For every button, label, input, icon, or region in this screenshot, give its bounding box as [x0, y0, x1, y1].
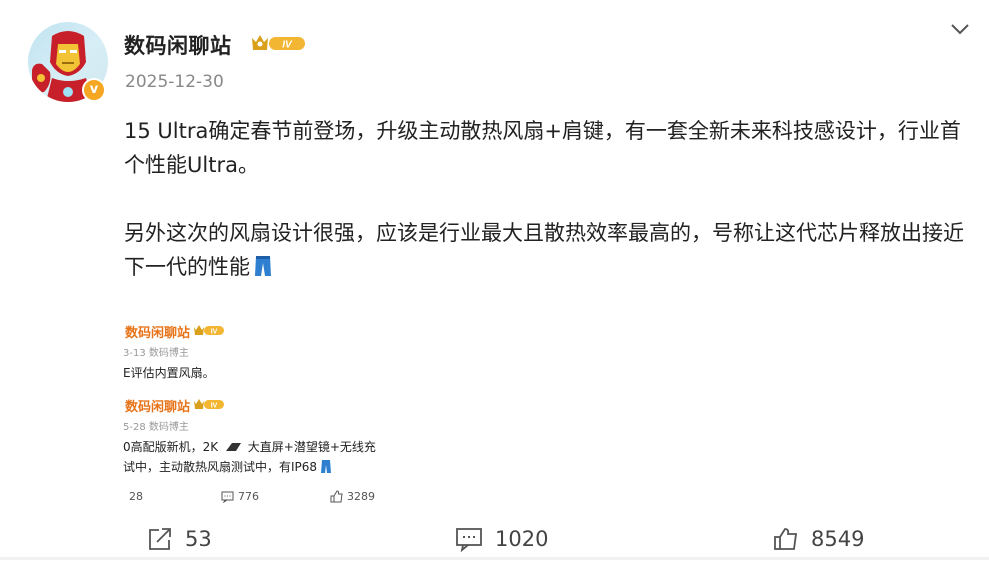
action-bar: 53 1020 8549 — [0, 520, 989, 560]
quote-level-text-1: IV — [211, 329, 218, 336]
quote-meta-2: 5-28 数码博主 — [123, 422, 189, 433]
repost-count: 53 — [185, 527, 212, 551]
verified-badge-icon: v — [82, 78, 106, 102]
quote-comment-count-text: 776 — [238, 490, 259, 503]
quote-repost-count-text: 28 — [129, 490, 143, 503]
quote-like-count-text: 3289 — [347, 490, 375, 503]
chevron-down-icon[interactable] — [949, 18, 971, 40]
attached-image[interactable]: 数码闲聊站 IV 3-13 数码博主 E评估内置风扇。 数码闲聊站 IV 5-2… — [123, 320, 391, 510]
repost-button[interactable]: 53 — [147, 526, 212, 552]
divider — [0, 557, 989, 560]
jeans-icon — [320, 460, 331, 473]
quote-text-2-line-1b: 大直屏+潜望镜+无线充 — [247, 440, 376, 454]
avatar[interactable]: v — [28, 22, 108, 102]
thumbs-up-icon — [774, 528, 798, 550]
comment-icon — [221, 491, 234, 503]
comment-icon — [456, 528, 482, 552]
quote-meta-1: 3-13 数码博主 — [123, 348, 189, 359]
jeans-icon — [255, 256, 271, 276]
quote-comment-count: 776 — [221, 490, 259, 503]
quote-text-2-line-2: 试中，主动散热风扇测试中，有IP68 — [123, 458, 331, 475]
level-badge: IV — [252, 35, 305, 51]
quote-author-1: 数码闲聊站 — [125, 326, 191, 341]
quote-text-1: E评估内置风扇。 — [123, 366, 215, 380]
quote-level-text-2: IV — [211, 403, 218, 410]
quote-like-count: 3289 — [330, 490, 375, 503]
quote-repost-count: 28 — [129, 490, 143, 503]
quote-text-2-line-1: 0高配版新机，2K 大直屏+潜望镜+无线充 — [123, 438, 376, 455]
quote-text-2-line-2a: 试中，主动散热风扇测试中，有IP68 — [123, 460, 318, 474]
quote-author-2: 数码闲聊站 — [125, 400, 191, 415]
comment-button[interactable]: 1020 — [455, 526, 548, 552]
like-count: 8549 — [811, 527, 865, 551]
phone-icon — [225, 443, 241, 451]
share-icon — [149, 528, 171, 550]
post-date: 2025-12-30 — [125, 72, 224, 92]
quote-level-badge-1: IV — [194, 325, 224, 336]
comment-count: 1020 — [495, 527, 549, 551]
post-paragraph-1: 15 Ultra确定春节前登场，升级主动散热风扇+肩键，有一套全新未来科技感设计… — [124, 119, 961, 177]
thumbs-up-icon — [330, 490, 343, 503]
post-body: 15 Ultra确定春节前登场，升级主动散热风扇+肩键，有一套全新未来科技感设计… — [124, 114, 974, 318]
like-button[interactable]: 8549 — [773, 526, 864, 552]
post-paragraph-2: 另外这次的风扇设计很强，应该是行业最大且散热效率最高的，号称让这代芯片释放出接近… — [124, 216, 974, 284]
post-paragraph-2-text: 另外这次的风扇设计很强，应该是行业最大且散热效率最高的，号称让这代芯片释放出接近… — [124, 221, 964, 279]
level-text: IV — [282, 40, 293, 51]
author-name[interactable]: 数码闲聊站 — [124, 30, 232, 60]
quote-text-2-line-1a: 0高配版新机，2K — [123, 440, 219, 454]
quote-level-badge-2: IV — [194, 399, 224, 410]
